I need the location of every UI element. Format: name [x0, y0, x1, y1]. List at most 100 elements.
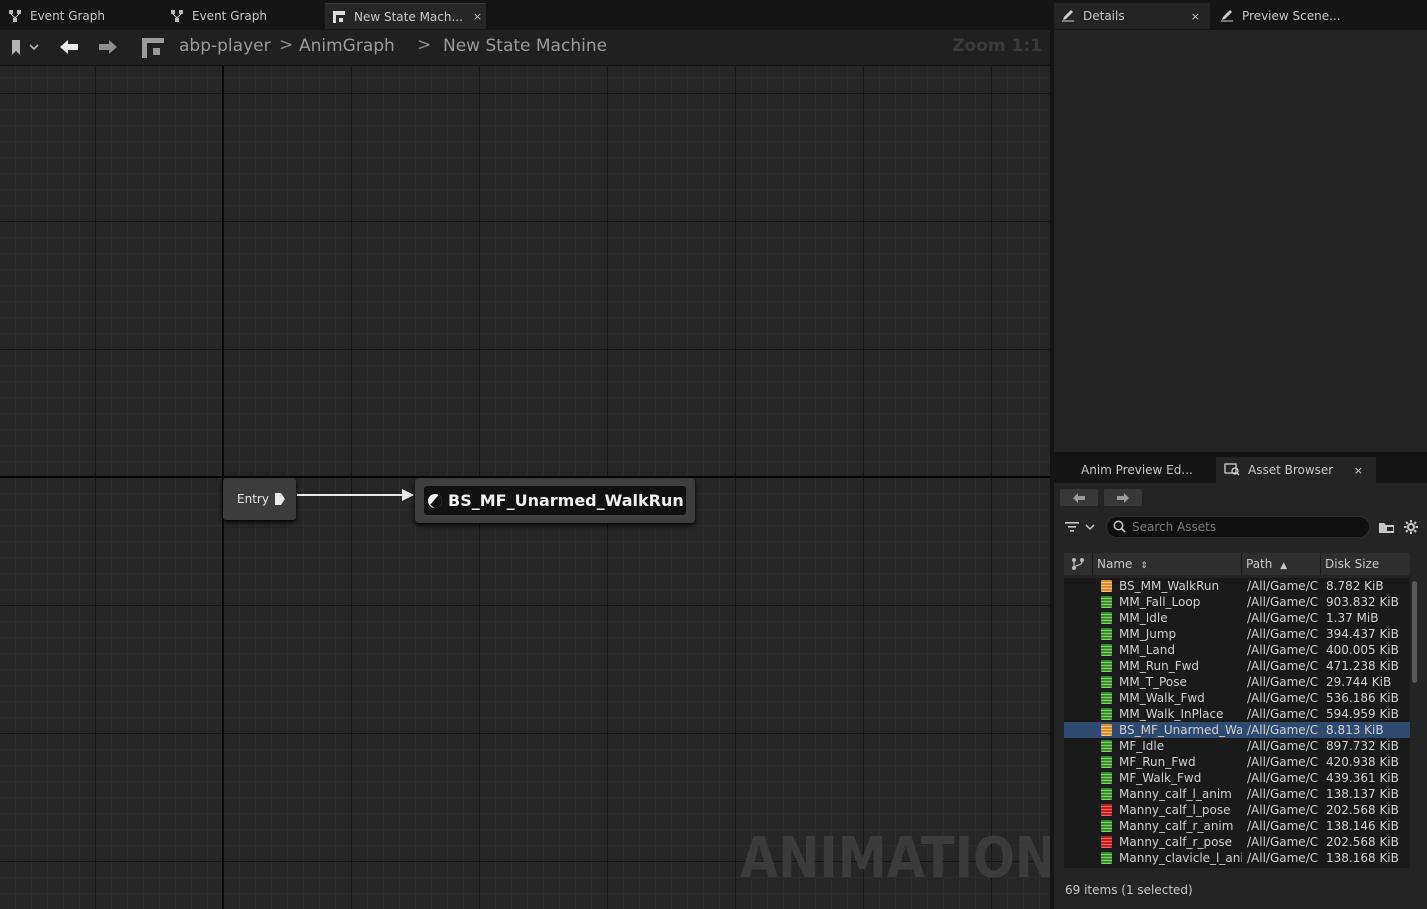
table-row[interactable]: BS_MM_WalkRun/All/Game/C 8.782 KiB — [1064, 578, 1410, 594]
tab-label: Event Graph — [30, 9, 105, 23]
asset-type-icon — [1101, 740, 1112, 752]
transition-arrow-icon — [402, 489, 414, 501]
column-label: Name — [1097, 557, 1133, 571]
blendspace-icon — [428, 493, 442, 508]
asset-table-header: Name ⇕ Path ▲ Disk Size — [1064, 553, 1410, 575]
table-row[interactable]: BS_MF_Unarmed_Wa/All/Game/C 8.813 KiB — [1064, 722, 1410, 738]
table-row[interactable]: Manny_calf_r_pose/All/Game/C 202.568 KiB — [1064, 834, 1410, 850]
table-row[interactable]: MM_Walk_InPlace/All/Game/C 594.959 KiB — [1064, 706, 1410, 722]
settings-gear-icon[interactable] — [1403, 519, 1419, 539]
cell-name: MM_Idle — [1119, 611, 1168, 625]
breadcrumb-separator: > — [417, 35, 432, 55]
tab-label: Preview Scene... — [1242, 9, 1341, 23]
cell-name: MM_Walk_InPlace — [1119, 707, 1224, 721]
cell-path: /All/Game/C — [1247, 835, 1319, 849]
forward-arrow-icon[interactable] — [97, 38, 119, 60]
table-row[interactable]: Manny_calf_l_anim/All/Game/C 138.137 KiB — [1064, 786, 1410, 802]
breadcrumb-abp-player[interactable]: abp-player — [179, 36, 271, 56]
cell-size: 202.568 KiB — [1326, 803, 1399, 817]
close-tab-icon[interactable]: × — [473, 10, 482, 23]
cell-path: /All/Game/C — [1247, 755, 1319, 769]
table-row[interactable]: MF_Walk_Fwd/All/Game/C 439.361 KiB — [1064, 770, 1410, 786]
cell-path: /All/Game/C — [1247, 723, 1319, 737]
details-panel — [1054, 30, 1427, 452]
folder-icon[interactable] — [1378, 520, 1396, 539]
source-control-icon[interactable] — [1071, 557, 1085, 574]
tab-label: Details — [1083, 9, 1125, 23]
table-row[interactable]: MM_T_Pose/All/Game/C 29.744 KiB — [1064, 674, 1410, 690]
exec-pin-icon[interactable] — [274, 493, 285, 505]
table-row[interactable]: MM_Walk_Fwd/All/Game/C 536.186 KiB — [1064, 690, 1410, 706]
table-row[interactable]: MM_Fall_Loop/All/Game/C 903.832 KiB — [1064, 594, 1410, 610]
cell-path: /All/Game/C — [1247, 611, 1319, 625]
cell-path: /All/Game/C — [1247, 643, 1319, 657]
history-back-button[interactable] — [1060, 489, 1098, 506]
cell-name: MM_Land — [1119, 643, 1175, 657]
graph-toolbar: abp-player > AnimGraph > New State Machi… — [0, 30, 1050, 66]
breadcrumb-separator: > — [279, 35, 294, 55]
asset-type-icon — [1101, 820, 1112, 832]
cell-size: 8.782 KiB — [1326, 579, 1384, 593]
cell-path: /All/Game/C — [1247, 595, 1319, 609]
item-count-status: 69 items (1 selected) — [1065, 883, 1193, 897]
entry-label: Entry — [237, 492, 269, 506]
breadcrumb-animgraph[interactable]: AnimGraph — [299, 36, 395, 56]
asset-type-icon — [1101, 644, 1112, 656]
table-row[interactable]: MM_Idle/All/Game/C 1.37 MiB — [1064, 610, 1410, 626]
asset-type-icon — [1101, 708, 1112, 720]
back-arrow-icon[interactable] — [58, 38, 80, 60]
cell-name: BS_MF_Unarmed_Wa — [1119, 723, 1242, 737]
cell-path: /All/Game/C — [1247, 627, 1319, 641]
tab-new-state-machine[interactable]: New State Mach... × — [325, 3, 486, 29]
graph-icon — [170, 9, 184, 23]
filter-icon[interactable] — [1065, 519, 1099, 538]
cell-size: 594.959 KiB — [1326, 707, 1399, 721]
history-forward-button[interactable] — [1104, 489, 1142, 506]
cell-path: /All/Game/C — [1247, 803, 1319, 817]
table-row[interactable]: MM_Jump/All/Game/C 394.437 KiB — [1064, 626, 1410, 642]
transition-wire[interactable] — [297, 494, 413, 496]
close-tab-icon[interactable]: × — [1191, 10, 1200, 23]
cell-name: MF_Walk_Fwd — [1119, 771, 1202, 785]
entry-node[interactable]: Entry — [223, 478, 296, 520]
table-row[interactable]: MF_Idle/All/Game/C 897.732 KiB — [1064, 738, 1410, 754]
table-row[interactable]: MM_Land/All/Game/C 400.005 KiB — [1064, 642, 1410, 658]
cell-path: /All/Game/C — [1247, 739, 1319, 753]
cell-path: /All/Game/C — [1247, 707, 1319, 721]
tab-anim-preview-editor[interactable]: Anim Preview Ed... — [1081, 457, 1193, 483]
table-row[interactable]: Manny_calf_l_pose/All/Game/C 202.568 KiB — [1064, 802, 1410, 818]
tab-details[interactable]: Details × — [1054, 3, 1210, 29]
asset-list[interactable]: BS_MM_WalkRun/All/Game/C 8.782 KiB MM_Fall… — [1064, 578, 1410, 868]
close-tab-icon[interactable]: × — [1354, 464, 1363, 477]
tab-label: Asset Browser — [1248, 463, 1334, 477]
bookmark-icon[interactable] — [10, 39, 40, 61]
asset-list-scrollbar[interactable] — [1412, 581, 1417, 683]
table-row[interactable]: MM_Run_Fwd/All/Game/C 471.238 KiB — [1064, 658, 1410, 674]
search-box[interactable] — [1106, 516, 1370, 538]
breadcrumb-new-state-machine[interactable]: New State Machine — [443, 36, 607, 56]
asset-type-icon — [1101, 660, 1112, 672]
tab-event-graph-2[interactable]: Event Graph — [170, 3, 267, 29]
cell-name: Manny_calf_l_pose — [1119, 803, 1231, 817]
graph-canvas[interactable]: Entry BS_MF_Unarmed_WalkRun ANIMATION — [0, 66, 1050, 909]
cell-name: MF_Idle — [1119, 739, 1165, 753]
table-row[interactable]: MF_Run_Fwd/All/Game/C 420.938 KiB — [1064, 754, 1410, 770]
tab-event-graph-1[interactable]: Event Graph — [8, 3, 105, 29]
column-header-name[interactable]: Name ⇕ — [1092, 553, 1241, 575]
search-input[interactable] — [1132, 520, 1362, 534]
asset-type-icon — [1101, 756, 1112, 768]
tab-asset-browser[interactable]: Asset Browser × — [1216, 457, 1376, 483]
column-header-path[interactable]: Path ▲ — [1241, 553, 1320, 575]
cell-size: 897.732 KiB — [1326, 739, 1399, 753]
table-row[interactable]: Manny_clavicle_l_anii/All/Game/C 138.168 … — [1064, 850, 1410, 866]
cell-size: 1.37 MiB — [1326, 611, 1379, 625]
cell-name: MM_Walk_Fwd — [1119, 691, 1205, 705]
cell-path: /All/Game/C — [1247, 579, 1319, 593]
cell-size: 138.137 KiB — [1326, 787, 1399, 801]
tab-preview-scene[interactable]: Preview Scene... — [1220, 3, 1341, 29]
column-header-disk-size[interactable]: Disk Size — [1320, 553, 1410, 575]
state-node[interactable]: BS_MF_Unarmed_WalkRun — [415, 478, 695, 523]
table-row[interactable]: Manny_calf_r_anim/All/Game/C 138.146 KiB — [1064, 818, 1410, 834]
cell-name: MM_Jump — [1119, 627, 1177, 641]
cell-path: /All/Game/C — [1247, 787, 1319, 801]
